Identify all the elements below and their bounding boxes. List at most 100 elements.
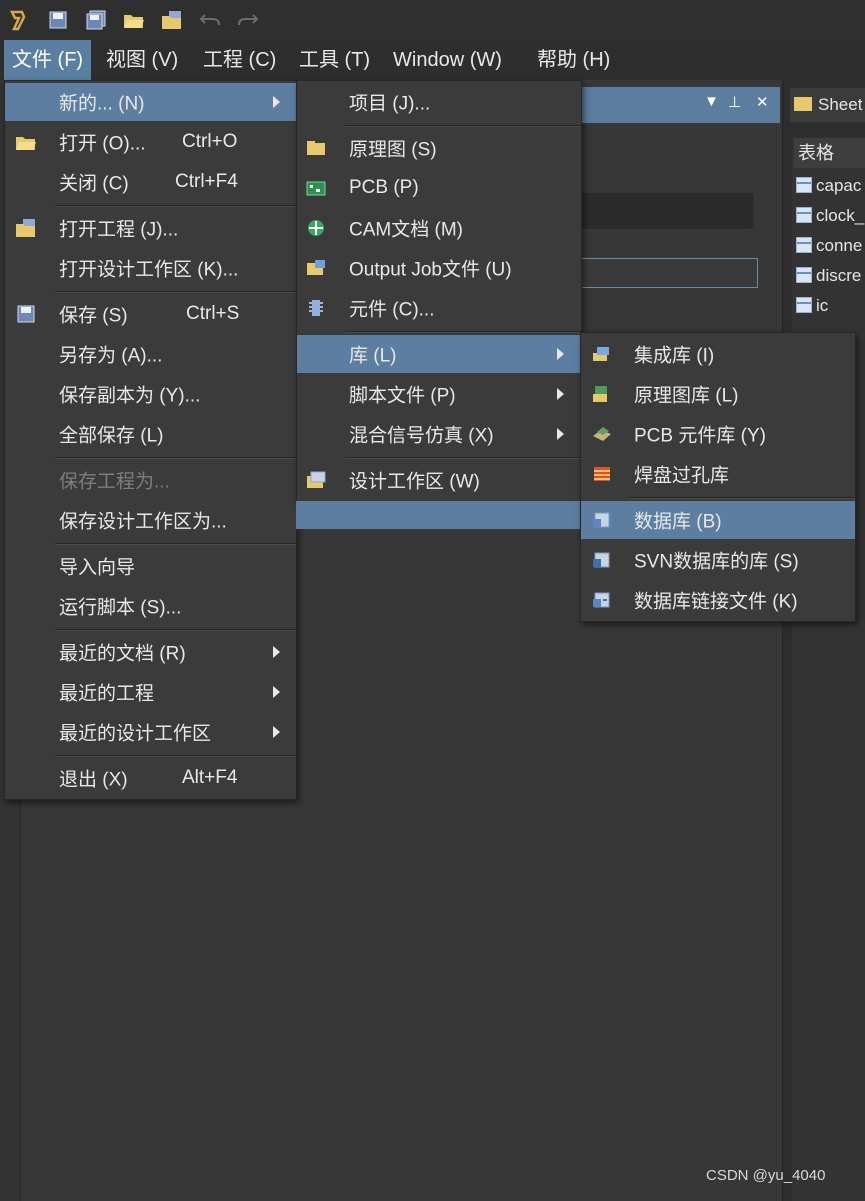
file-menu-item-open-workspace[interactable]: 打开设计工作区 (K)... [5,249,296,287]
table-icon [796,177,812,193]
new-menu-item-workspace[interactable]: 设计工作区 (W) [297,461,581,499]
new-menu-item-script[interactable]: 脚本文件 (P) [297,375,581,413]
library-menu-item-database[interactable]: 数据库 (B) [581,501,855,539]
list-item[interactable]: clock_ [796,201,865,231]
file-menu-item-run-script[interactable]: 运行脚本 (S)... [5,587,296,625]
workspace-icon [307,471,326,488]
library-menu-item-pcb-library[interactable]: PCB 元件库 (Y) [581,415,855,453]
svn-database-icon [593,552,610,568]
file-menu-item-recent-documents[interactable]: 最近的文档 (R) [5,633,296,671]
save-icon [17,305,35,323]
new-menu-item-output-job[interactable]: Output Job文件 (U) [297,249,581,287]
file-menu-item-new[interactable]: 新的... (N) [5,83,296,121]
library-menu-item-integrated[interactable]: 集成库 (I) [581,335,855,373]
new-submenu: 项目 (J)... 原理图 (S) PCB (P) CAM文档 (M) Outp… [296,80,582,502]
menu-tools[interactable]: 工具 (T) [291,40,378,80]
menu-separator [55,629,296,631]
new-menu-item-library[interactable]: 库 (L) [297,335,581,373]
save-all-icon[interactable] [84,8,108,32]
sheet-folder-icon [794,97,812,111]
panel-field[interactable] [580,193,754,229]
file-menu-item-open-project[interactable]: 打开工程 (J)... [5,209,296,247]
new-menu-item-pcb[interactable]: PCB (P) [297,169,581,207]
library-menu-item-svn-database[interactable]: SVN数据库的库 (S) [581,541,855,579]
file-menu-item-open[interactable]: 打开 (O)... Ctrl+O [5,123,296,161]
submenu-arrow-icon [273,646,280,658]
database-link-icon [593,592,610,608]
integrated-library-icon [593,347,609,361]
file-menu-item-save[interactable]: 保存 (S) Ctrl+S [5,295,296,333]
open-project-icon[interactable] [160,8,184,32]
app-logo-icon[interactable] [6,8,30,32]
file-menu-item-save-project-as: 保存工程为... [59,471,170,493]
pcb-library-icon [593,427,611,441]
new-menu-item-project[interactable]: 项目 (J)... [297,83,581,121]
library-submenu: 集成库 (I) 原理图库 (L) PCB 元件库 (Y) 焊盘过孔库 数据库 (… [580,332,856,622]
schematic-icon [307,141,325,155]
file-menu-item-close[interactable]: 关闭 (C) Ctrl+F4 [5,163,296,201]
list-item[interactable]: discre [796,261,865,291]
watermark: CSDN @yu_4040 [706,1167,826,1184]
table-icon [796,267,812,283]
submenu-arrow-icon [273,686,280,698]
library-menu-item-database-link[interactable]: 数据库链接文件 (K) [581,581,855,619]
component-icon [309,300,323,316]
panel-pin-icon[interactable]: ⊥ [728,93,741,111]
submenu-arrow-icon [557,428,564,440]
file-menu-item-save-all[interactable]: 全部保存 (L) [5,415,296,453]
undo-icon[interactable] [198,8,222,32]
menu-file[interactable]: 文件 (F) [4,40,92,80]
submenu-arrow-icon [557,388,564,400]
table-icon [796,237,812,253]
menu-project[interactable]: 工程 (C) [195,40,284,80]
submenu-arrow-icon [273,96,280,108]
open-folder-icon [16,137,36,150]
file-menu-item-save-as[interactable]: 另存为 (A)... [5,335,296,373]
open-folder-icon[interactable] [122,8,146,32]
database-icon [593,512,610,528]
file-menu: 新的... (N) 打开 (O)... Ctrl+O 关闭 (C) Ctrl+F… [4,80,297,800]
list-item[interactable]: ic [796,291,865,321]
menu-separator [55,205,296,207]
file-menu-item-recent-workspaces[interactable]: 最近的设计工作区 [5,713,296,751]
submenu-arrow-icon [273,726,280,738]
menu-separator [55,755,296,757]
file-menu-item-save-workspace-as[interactable]: 保存设计工作区为... [5,501,296,539]
new-menu-item-mixed-signal[interactable]: 混合信号仿真 (X) [297,415,581,453]
toolbar [0,0,865,40]
file-menu-item-exit[interactable]: 退出 (X) Alt+F4 [5,759,296,797]
list-item[interactable]: conne [796,231,865,261]
file-menu-item-save-copy[interactable]: 保存副本为 (Y)... [5,375,296,413]
submenu-highlight-strip [296,501,580,529]
table-icon [796,207,812,223]
menu-help[interactable]: 帮助 (H) [529,40,618,80]
library-menu-item-pad-via-library[interactable]: 焊盘过孔库 [581,455,855,493]
menu-separator [345,125,581,127]
new-menu-item-component[interactable]: 元件 (C)... [297,289,581,327]
panel-input[interactable] [580,258,758,288]
right-panel-header: 表格 [794,138,865,168]
new-menu-item-schematic[interactable]: 原理图 (S) [297,129,581,167]
menu-separator [55,291,296,293]
library-menu-item-schematic-library[interactable]: 原理图库 (L) [581,375,855,413]
menu-separator [629,497,855,499]
menu-separator [345,457,581,459]
right-panel-tab[interactable]: Sheet [790,88,865,122]
pad-via-library-icon [594,467,610,481]
open-project-icon [16,219,35,237]
menu-separator [55,543,296,545]
panel-dropdown-icon[interactable]: ▼ [704,93,719,110]
redo-icon[interactable] [236,8,260,32]
panel-close-icon[interactable]: ✕ [756,93,769,111]
menu-separator [55,457,296,459]
list-item[interactable]: capac [796,171,865,201]
menu-window[interactable]: Window (W) [385,40,510,80]
menu-separator [345,331,581,333]
file-menu-item-import-wizard[interactable]: 导入向导 [5,547,296,585]
menu-view[interactable]: 视图 (V) [98,40,186,80]
table-icon [796,297,812,313]
new-menu-item-cam[interactable]: CAM文档 (M) [297,209,581,247]
file-menu-item-recent-projects[interactable]: 最近的工程 [5,673,296,711]
save-icon[interactable] [46,8,70,32]
pcb-icon [306,181,326,196]
